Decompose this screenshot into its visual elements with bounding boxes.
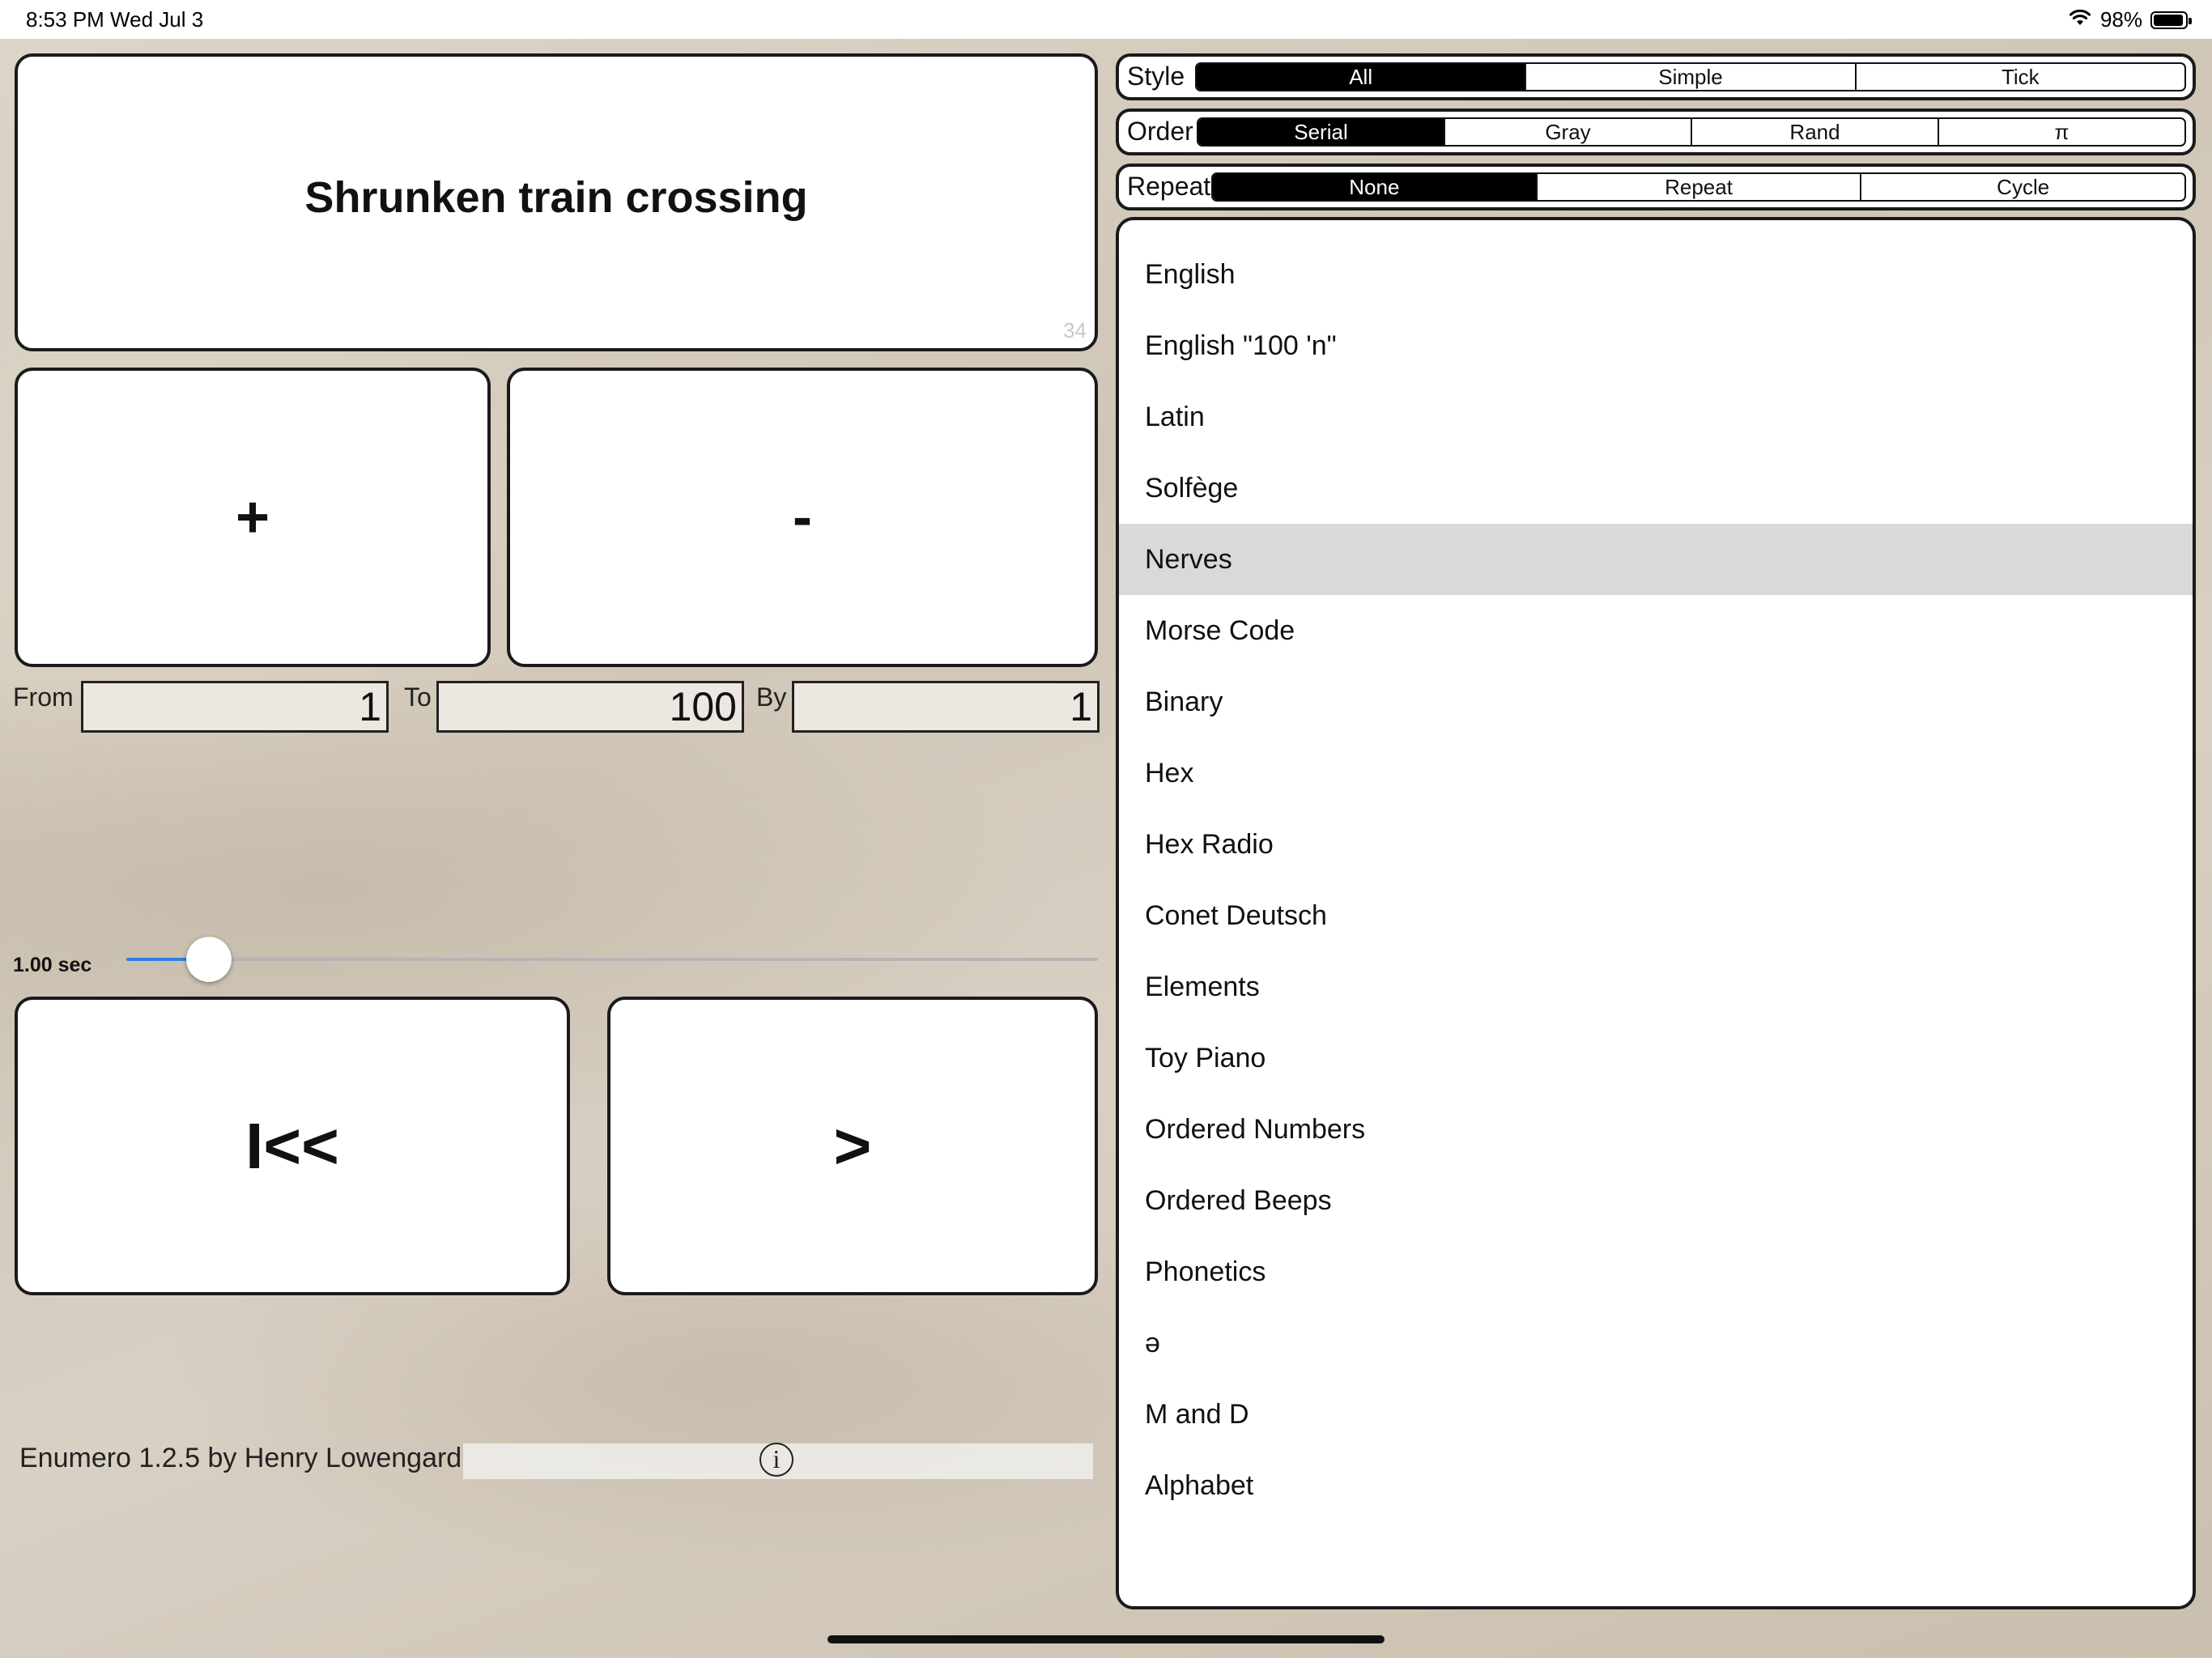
- info-icon[interactable]: i: [759, 1443, 793, 1477]
- speed-slider-thumb[interactable]: [186, 937, 232, 982]
- style-label: Style: [1127, 62, 1185, 91]
- order-label: Order: [1127, 117, 1193, 146]
- app-credit: Enumero 1.2.5 by Henry Lowengard: [19, 1443, 462, 1473]
- list-item[interactable]: Hex Radio: [1119, 809, 2193, 880]
- by-field[interactable]: [792, 681, 1100, 733]
- current-value-display: Shrunken train crossing 34: [15, 53, 1098, 351]
- list-item[interactable]: Hex: [1119, 738, 2193, 809]
- list-item[interactable]: Nerves: [1119, 524, 2193, 595]
- list-item[interactable]: English: [1119, 239, 2193, 310]
- status-right: 98%: [2068, 7, 2192, 32]
- list-item[interactable]: Solfège: [1119, 453, 2193, 524]
- list-item[interactable]: Toy Piano: [1119, 1022, 2193, 1094]
- order-segment-pi[interactable]: π: [1938, 119, 2184, 145]
- order-segment-rand[interactable]: Rand: [1691, 119, 1938, 145]
- speed-label: 1.00 sec: [13, 954, 92, 976]
- speed-slider[interactable]: [126, 937, 1098, 982]
- status-bar: 8:53 PM Wed Jul 3 98%: [0, 0, 2212, 39]
- list-item[interactable]: Ordered Numbers: [1119, 1094, 2193, 1165]
- status-time: 8:53 PM Wed Jul 3: [26, 7, 204, 32]
- list-item[interactable]: Ordered Beeps: [1119, 1165, 2193, 1236]
- list-item[interactable]: English "100 'n": [1119, 310, 2193, 381]
- order-segmented-control: Serial Gray Rand π: [1197, 117, 2186, 147]
- home-indicator[interactable]: [827, 1635, 1385, 1643]
- list-item[interactable]: Binary: [1119, 666, 2193, 738]
- style-row: Style All Simple Tick: [1116, 53, 2196, 100]
- repeat-row: Repeat None Repeat Cycle: [1116, 164, 2196, 210]
- repeat-segment-cycle[interactable]: Cycle: [1860, 174, 2184, 200]
- order-segment-serial[interactable]: Serial: [1198, 119, 1444, 145]
- battery-percent: 98%: [2099, 7, 2142, 32]
- order-row: Order Serial Gray Rand π: [1116, 108, 2196, 155]
- display-text: Shrunken train crossing: [304, 173, 808, 222]
- style-segmented-control: All Simple Tick: [1195, 62, 2186, 91]
- list-item[interactable]: Elements: [1119, 951, 2193, 1022]
- decrement-button[interactable]: -: [507, 368, 1098, 667]
- repeat-segment-repeat[interactable]: Repeat: [1535, 174, 1861, 200]
- repeat-segment-none[interactable]: None: [1213, 174, 1536, 200]
- increment-button[interactable]: +: [15, 368, 491, 667]
- from-field[interactable]: [81, 681, 389, 733]
- list-item[interactable]: Phonetics: [1119, 1236, 2193, 1307]
- style-segment-simple[interactable]: Simple: [1525, 64, 1854, 90]
- voice-list-items: English English "100 'n" Latin Solfège N…: [1119, 239, 2193, 1521]
- order-segment-gray[interactable]: Gray: [1444, 119, 1691, 145]
- repeat-label: Repeat: [1127, 172, 1211, 201]
- by-label: By: [756, 682, 787, 712]
- list-item[interactable]: Conet Deutsch: [1119, 880, 2193, 951]
- style-segment-all[interactable]: All: [1197, 64, 1525, 90]
- to-label: To: [404, 682, 432, 712]
- play-button[interactable]: >: [607, 997, 1098, 1295]
- info-bar[interactable]: i: [463, 1443, 1093, 1479]
- rewind-button[interactable]: I<<: [15, 997, 570, 1295]
- wifi-icon: [2068, 7, 2092, 32]
- list-item[interactable]: Latin: [1119, 381, 2193, 453]
- display-count: 34: [1063, 318, 1087, 342]
- battery-icon: [2150, 11, 2192, 29]
- to-field[interactable]: [436, 681, 744, 733]
- list-item[interactable]: Alphabet: [1119, 1450, 2193, 1521]
- list-item[interactable]: ə: [1119, 1307, 2193, 1379]
- style-segment-tick[interactable]: Tick: [1854, 64, 2184, 90]
- voice-list: English English "100 'n" Latin Solfège N…: [1116, 217, 2196, 1609]
- list-item[interactable]: M and D: [1119, 1379, 2193, 1450]
- from-label: From: [13, 682, 74, 712]
- repeat-segmented-control: None Repeat Cycle: [1211, 172, 2186, 202]
- list-item[interactable]: Morse Code: [1119, 595, 2193, 666]
